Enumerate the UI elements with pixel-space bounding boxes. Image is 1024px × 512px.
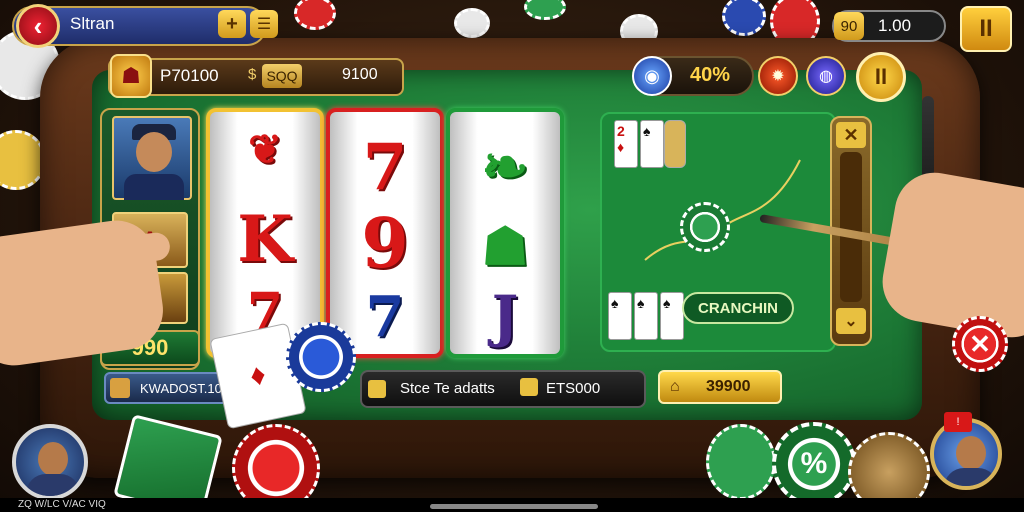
avatar-face — [38, 442, 68, 476]
reel-symbol: ❧ — [481, 134, 529, 200]
percent-value: 40% — [690, 64, 731, 86]
bet-chip[interactable]: 90 — [834, 12, 864, 40]
chevron-down-icon: ⌄ — [844, 313, 858, 330]
menu-button[interactable]: ☰ — [250, 10, 278, 38]
dealer-portrait — [112, 116, 192, 200]
percent-chip[interactable]: % — [772, 422, 856, 506]
suit — [124, 174, 184, 200]
slider-down-button[interactable]: ⌄ — [836, 308, 866, 334]
eye-icon: ◉ — [632, 56, 672, 96]
pause-round-button[interactable]: II — [856, 52, 906, 102]
bet-display-value: ETS000 — [546, 380, 601, 397]
reel-symbol: 9 — [361, 204, 409, 284]
chip-stack-top1 — [294, 0, 336, 30]
playing-card[interactable]: ♠ — [608, 292, 632, 340]
credits-value-secondary: 9100 — [342, 66, 378, 83]
rope-decoration — [644, 159, 801, 261]
back-button[interactable]: ‹ — [16, 4, 60, 48]
playing-card[interactable]: 2 ♦ — [614, 120, 638, 168]
slider-rail[interactable] — [840, 152, 862, 302]
blue-chip[interactable] — [286, 322, 356, 392]
close-chip[interactable]: ✕ — [952, 316, 1008, 372]
chip-stack-top3 — [524, 0, 566, 20]
credits-badge-icon: ☗ — [110, 54, 152, 98]
globe-icon: ◍ — [819, 68, 833, 85]
avatar-face — [956, 436, 986, 470]
center-chip[interactable] — [680, 202, 730, 252]
face — [136, 132, 172, 172]
slider-close-button[interactable]: ✕ — [836, 122, 866, 148]
credits-tag: SQQ — [262, 64, 302, 88]
player-avatar[interactable] — [12, 424, 88, 500]
green-chip-stack[interactable] — [706, 424, 776, 500]
player-name: Sltran — [70, 14, 115, 33]
chest-icon — [110, 378, 130, 398]
reel-symbol: ❦ — [248, 126, 282, 173]
reel-3: ❧ ☗ J — [446, 108, 564, 358]
bet-display-symbol-icon — [520, 378, 538, 396]
notification-badge: ! — [944, 412, 972, 432]
house-icon: ⌂ — [670, 378, 680, 395]
system-bar-text: ZQ W/LC V/AC VIQ — [18, 499, 106, 510]
coins-icon — [368, 380, 386, 398]
bet-value: 1.00 — [878, 16, 912, 35]
bonus-red-orb[interactable]: ✹ — [758, 56, 798, 96]
bonus-blue-orb[interactable]: ◍ — [806, 56, 846, 96]
stake-label[interactable]: CRANCHIN — [682, 292, 794, 324]
avatar-body — [26, 474, 80, 496]
playing-card[interactable]: ♠ — [660, 292, 684, 340]
playing-card[interactable]: ♠ — [634, 292, 658, 340]
reel-symbol: K — [237, 202, 293, 277]
credits-value: P70100 — [160, 66, 219, 85]
win-value: 39900 — [706, 378, 751, 395]
credits-symbol: $ — [248, 66, 257, 83]
game-scene: ‹ Sltran + ☰ ☗ P70100 $ SQQ 9100 90 1.00… — [0, 0, 1024, 512]
reel-symbol: J — [491, 284, 519, 350]
bet-display-label: Stce Te adatts — [400, 380, 495, 397]
reel-1: ❦ K 7 — [206, 108, 324, 358]
chip-select-label: KWADOST.10 — [140, 381, 222, 396]
chip-stack-top2 — [454, 8, 490, 38]
home-indicator[interactable] — [430, 504, 598, 509]
reel-2: 7 9 7 — [326, 108, 444, 358]
reel-symbol: ☗ — [481, 216, 529, 277]
fire-icon: ✹ — [771, 68, 785, 85]
back-arrow-icon: ‹ — [33, 10, 43, 41]
pause-button[interactable]: II — [960, 6, 1012, 52]
avatar-body — [944, 468, 998, 486]
menu-icon: ☰ — [256, 16, 272, 33]
reel-symbol: 7 — [362, 130, 408, 205]
add-coins-button[interactable]: + — [218, 10, 246, 38]
close-icon: ✕ — [843, 124, 859, 145]
chip-stack-top5 — [722, 0, 766, 36]
